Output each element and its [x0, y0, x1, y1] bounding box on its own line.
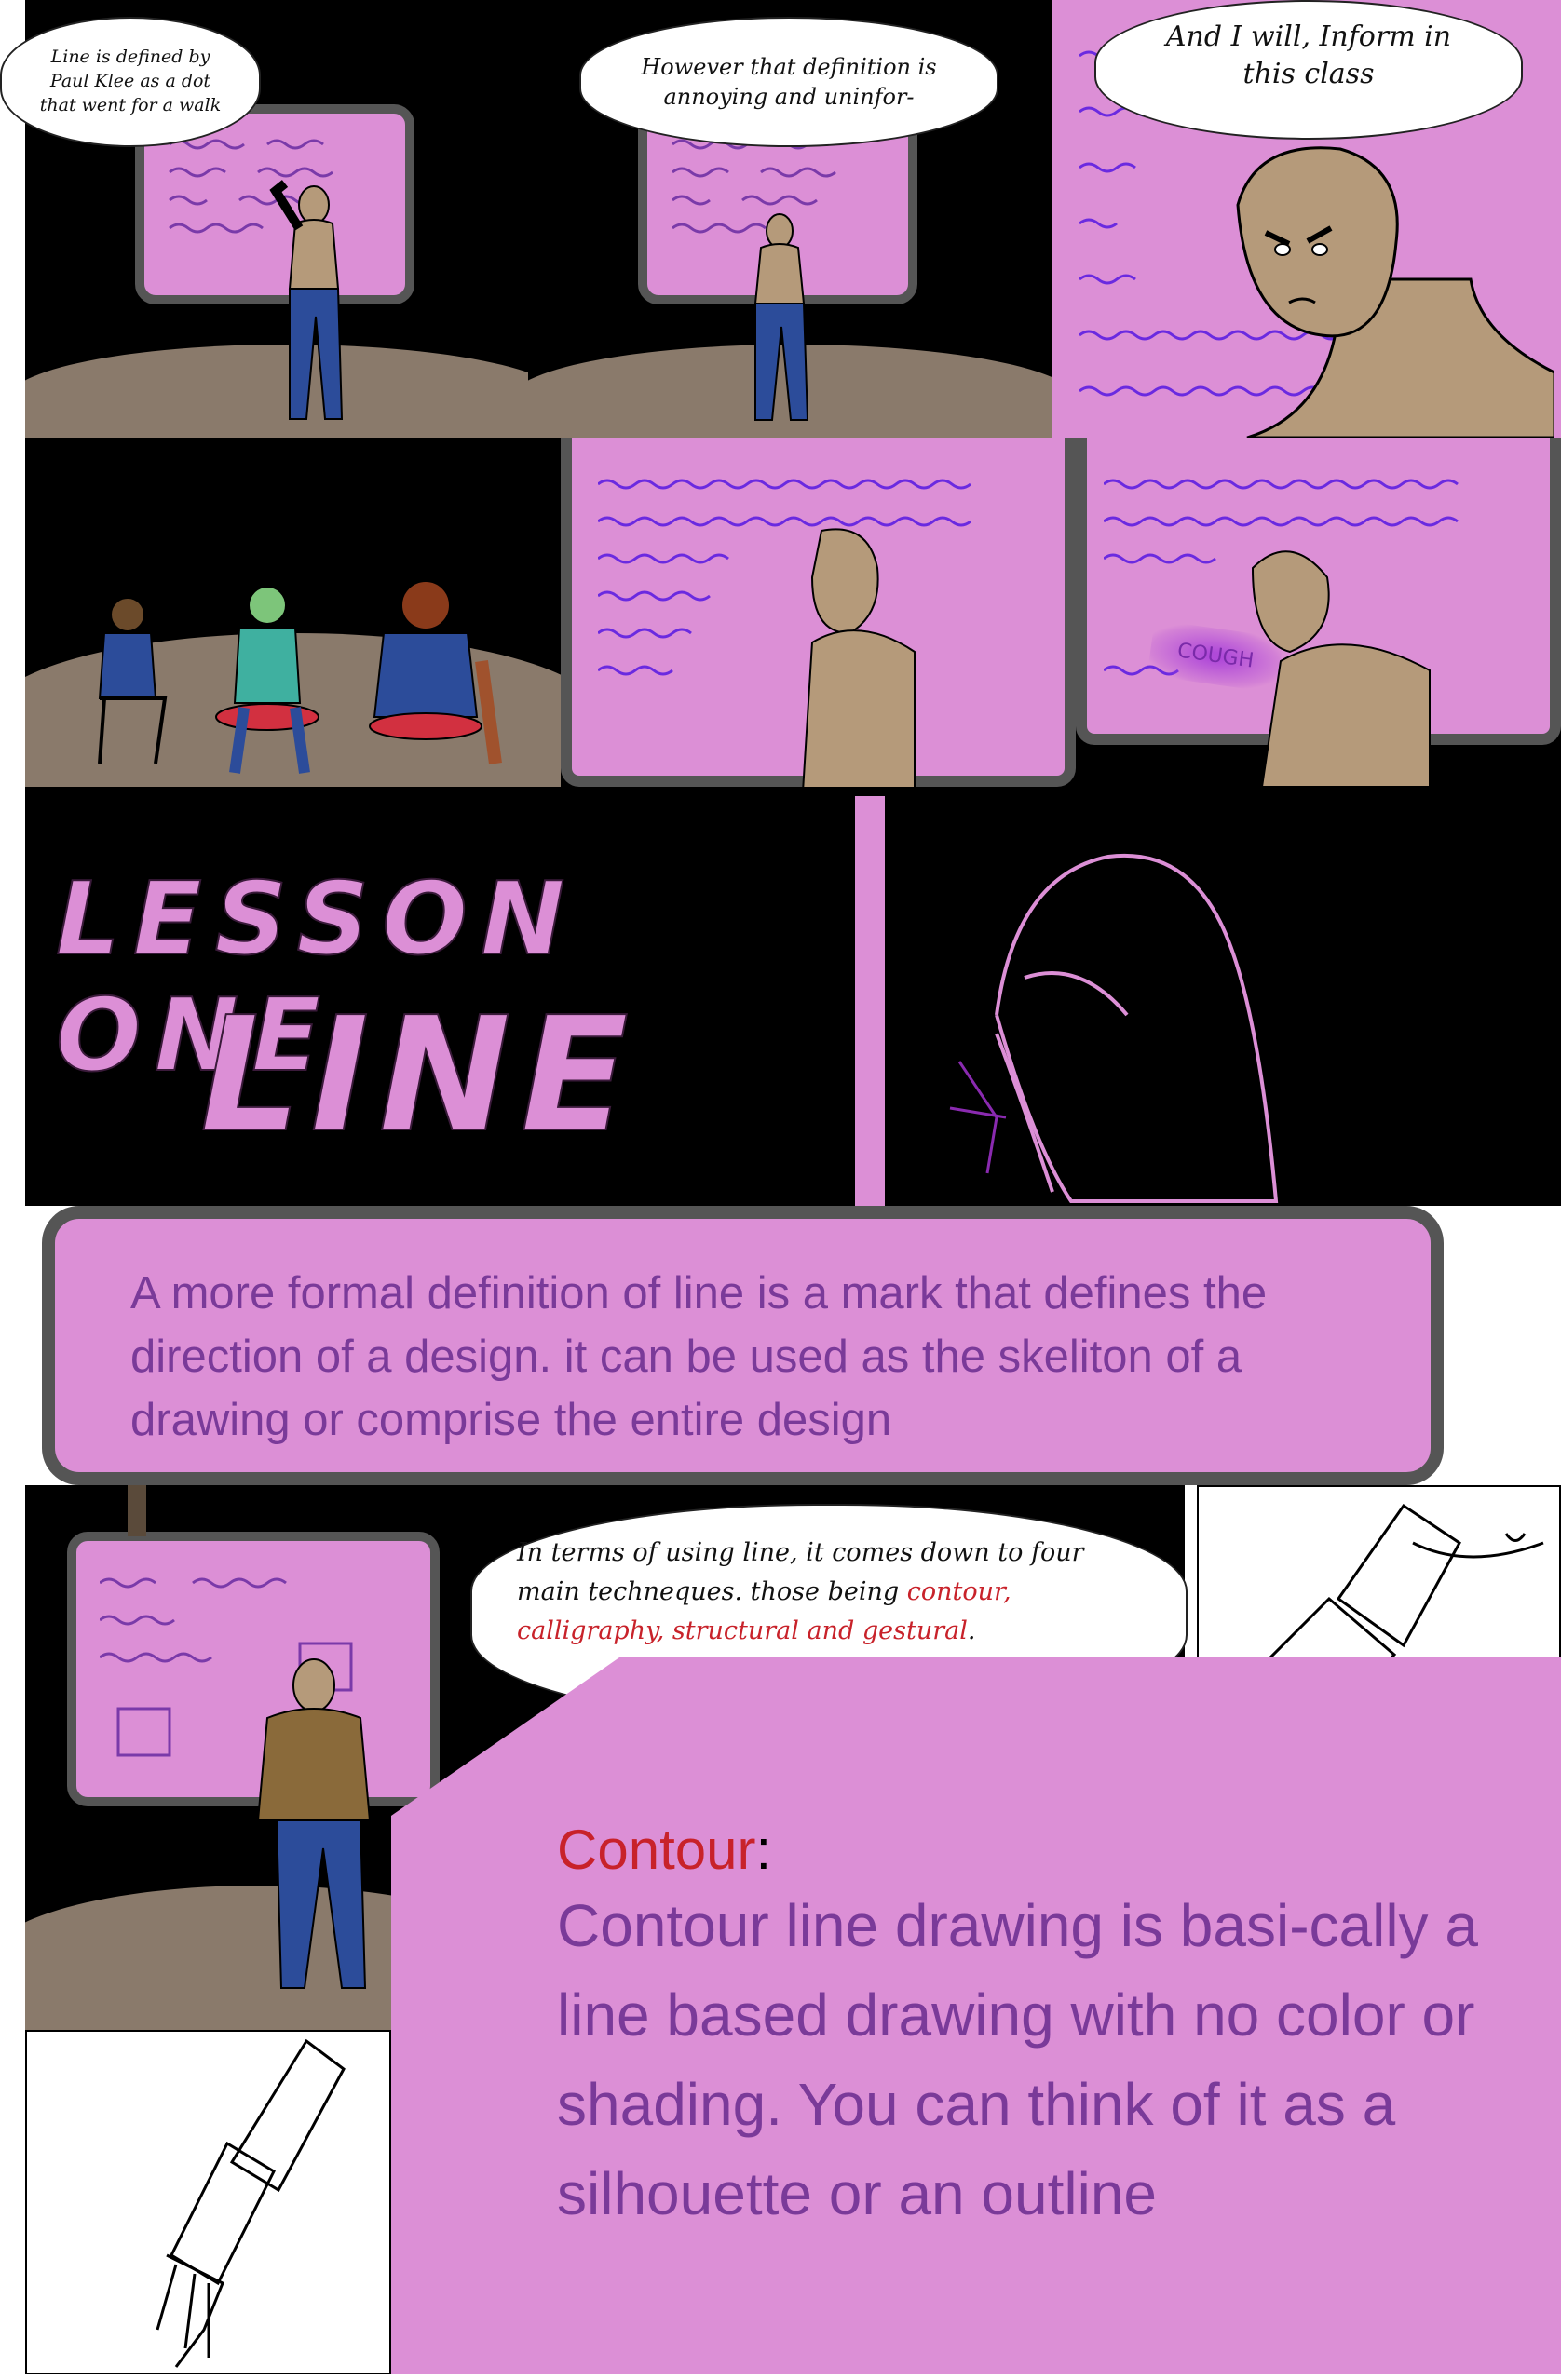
teacher-coughing	[1251, 550, 1431, 787]
speech-text: And I will, Inform in this class	[1165, 20, 1452, 90]
students-group	[98, 580, 502, 774]
panel-4	[25, 438, 561, 787]
contour-body: Contour line drawing is basi-cally a lin…	[557, 1892, 1478, 2227]
teacher-side	[802, 528, 916, 787]
contour-heading: Contour:	[557, 1818, 771, 1883]
pink-wall-strip	[855, 796, 885, 1206]
teacher-pointing	[256, 1658, 372, 1989]
support-pole	[128, 1485, 146, 1536]
speech-bubble-inform: And I will, Inform in this class	[1094, 0, 1523, 140]
speech-text: However that definition is annoying and …	[641, 54, 937, 110]
crouching-figure-outline	[949, 853, 1279, 1203]
student-left	[98, 597, 168, 764]
lesson-subtitle: LINE	[199, 983, 638, 1183]
speech-bubble-klee: Line is defined by Paul Klee as a dot th…	[0, 17, 261, 147]
speech-end: .	[967, 1616, 976, 1645]
student-middle	[215, 586, 319, 774]
contour-heading-colon: :	[755, 1819, 772, 1881]
student-right	[369, 580, 502, 764]
lesson-title-line2: LINE	[199, 983, 638, 1168]
speech-text: Line is defined by Paul Klee as a dot th…	[39, 47, 222, 115]
contour-heading-word: Contour	[557, 1819, 756, 1881]
teacher-closeup	[1236, 146, 1554, 438]
robot-hand-sketch	[156, 2038, 346, 2368]
panel-5	[561, 438, 1076, 787]
definition-text: A more formal definition of line is a ma…	[130, 1268, 1268, 1445]
speech-bubble-annoying: However that definition is annoying and …	[579, 17, 998, 147]
panel-6: COUGH	[1076, 438, 1561, 787]
teacher-figure	[753, 213, 809, 421]
teacher-figure	[269, 180, 344, 420]
panel-10-sketch	[25, 2030, 391, 2374]
